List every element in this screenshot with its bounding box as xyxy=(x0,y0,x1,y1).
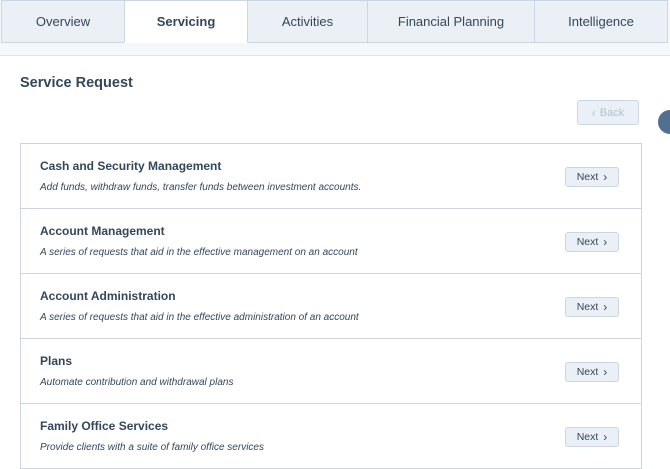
tab-financial-planning[interactable]: Financial Planning xyxy=(367,0,535,43)
tab-bar: Overview Servicing Activities Financial … xyxy=(0,0,670,43)
list-item: Account Management A series of requests … xyxy=(21,209,641,274)
side-panel-handle[interactable] xyxy=(658,110,670,134)
chevron-right-icon: › xyxy=(603,235,608,249)
tab-overview[interactable]: Overview xyxy=(1,0,125,43)
request-description: Add funds, withdraw funds, transfer fund… xyxy=(40,182,362,193)
chevron-right-icon: › xyxy=(603,430,608,444)
tab-intelligence[interactable]: Intelligence xyxy=(534,0,668,43)
tab-activities[interactable]: Activities xyxy=(247,0,368,43)
request-title: Account Management xyxy=(40,224,165,238)
next-button-label: Next xyxy=(576,366,599,378)
back-button-label: Back xyxy=(599,106,625,119)
next-button-label: Next xyxy=(576,171,599,183)
request-description: A series of requests that aid in the eff… xyxy=(40,312,359,323)
chevron-right-icon: › xyxy=(603,365,608,379)
next-button[interactable]: Next › xyxy=(565,232,619,252)
request-title: Account Administration xyxy=(40,289,176,303)
list-item: Account Administration A series of reque… xyxy=(21,274,641,339)
back-button[interactable]: ‹ Back xyxy=(577,100,639,125)
request-title: Cash and Security Management xyxy=(40,159,222,173)
chevron-right-icon: › xyxy=(603,170,608,184)
request-description: A series of requests that aid in the eff… xyxy=(40,247,358,258)
list-item: Plans Automate contribution and withdraw… xyxy=(21,339,641,404)
next-button[interactable]: Next › xyxy=(565,362,619,382)
service-request-list: Cash and Security Management Add funds, … xyxy=(20,143,642,469)
chevron-right-icon: › xyxy=(603,300,608,314)
next-button[interactable]: Next › xyxy=(565,427,619,447)
list-item: Cash and Security Management Add funds, … xyxy=(21,144,641,209)
service-request-panel: Service Request ‹ Back Cash and Security… xyxy=(0,55,670,469)
chevron-left-icon: ‹ xyxy=(591,105,596,120)
next-button-label: Next xyxy=(576,431,599,443)
next-button[interactable]: Next › xyxy=(565,297,619,317)
request-description: Provide clients with a suite of family o… xyxy=(40,442,264,453)
request-description: Automate contribution and withdrawal pla… xyxy=(40,377,234,388)
next-button-label: Next xyxy=(576,301,599,313)
tab-servicing[interactable]: Servicing xyxy=(124,0,248,43)
list-item: Family Office Services Provide clients w… xyxy=(21,404,641,469)
request-title: Plans xyxy=(40,354,73,368)
next-button-label: Next xyxy=(576,236,599,248)
page-title: Service Request xyxy=(20,75,133,91)
next-button[interactable]: Next › xyxy=(565,167,619,187)
request-title: Family Office Services xyxy=(40,419,169,433)
